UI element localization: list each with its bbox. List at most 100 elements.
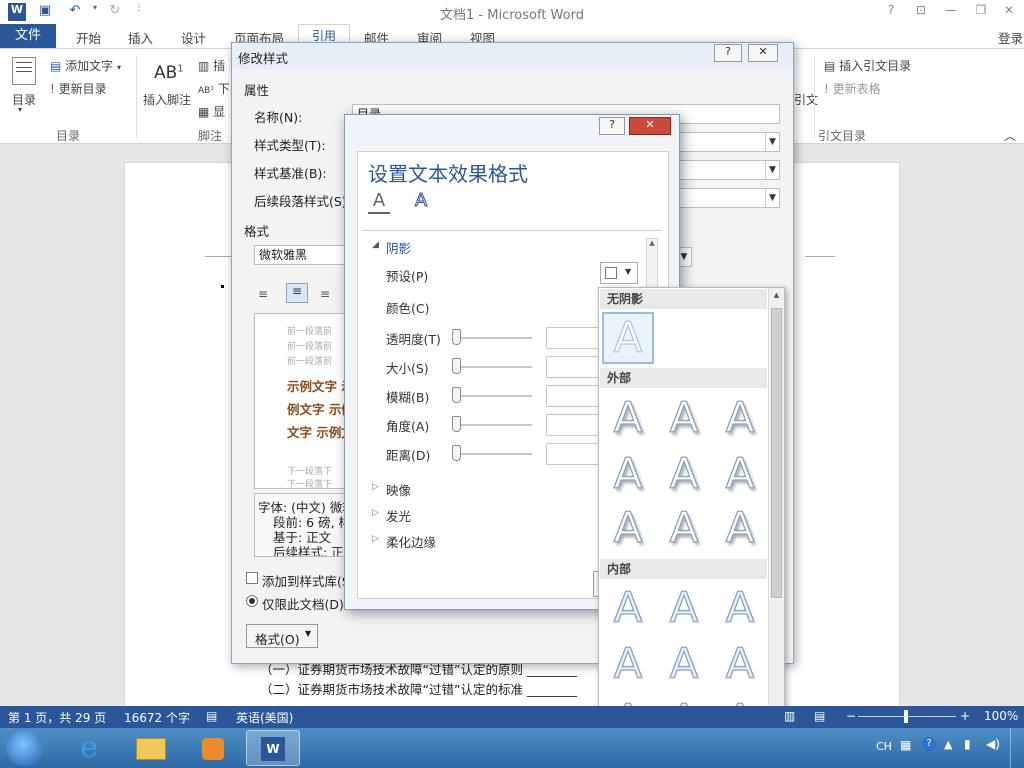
transparency-slider-thumb[interactable] — [452, 329, 461, 345]
format-button[interactable]: 格式(O) ▼ — [246, 624, 318, 648]
tab-insert[interactable]: 插入 — [128, 28, 153, 47]
maximize-button[interactable]: ❐ — [970, 3, 992, 21]
align-center-icon[interactable]: ≡ — [286, 283, 308, 303]
only-this-doc-radio[interactable] — [246, 595, 258, 607]
blur-slider-thumb[interactable] — [452, 387, 461, 403]
angle-slider[interactable] — [456, 424, 532, 426]
size-slider-thumb[interactable] — [452, 358, 461, 374]
input-method[interactable]: CH — [876, 740, 892, 753]
insert-endnote-button[interactable]: ▥ 插 — [198, 57, 225, 74]
show-notes-button[interactable]: ▦ 显 — [198, 103, 225, 120]
word-taskbar-icon[interactable]: W — [246, 730, 300, 766]
shadow-preset-outer[interactable]: A — [716, 393, 764, 442]
footnote-icon[interactable]: AB1 — [154, 63, 184, 83]
text-fill-icon[interactable]: A — [368, 190, 390, 214]
zoom-out-icon[interactable]: − — [846, 709, 856, 723]
toc-button-label[interactable]: 目录 — [12, 91, 36, 108]
help-icon[interactable]: ? — [922, 737, 936, 751]
insert-footnote-button[interactable]: 插入脚注 — [143, 91, 191, 108]
read-mode-icon[interactable]: ▥ — [784, 709, 795, 723]
page-count[interactable]: 第 1 页，共 29 页 — [8, 709, 106, 726]
shadow-preset-inner[interactable]: A — [604, 583, 652, 632]
close-icon[interactable]: ✕ — [629, 117, 671, 135]
zoom-level[interactable]: 100% — [984, 709, 1018, 723]
soft-edges-section[interactable]: 柔化边缘 — [386, 532, 436, 551]
size-slider[interactable] — [456, 366, 532, 368]
scroll-up-icon[interactable]: ▲ — [647, 239, 657, 247]
minimize-button[interactable]: — — [940, 3, 962, 21]
zoom-in-icon[interactable]: + — [960, 709, 970, 723]
language[interactable]: 英语(美国) — [236, 709, 293, 726]
insert-toa-button[interactable]: ▤ 插入引文目录 — [824, 57, 911, 74]
add-to-gallery-checkbox[interactable] — [246, 572, 258, 584]
show-desktop-button[interactable] — [1010, 728, 1024, 768]
file-explorer-icon[interactable] — [124, 730, 178, 766]
transparency-slider[interactable] — [456, 337, 532, 339]
tab-design[interactable]: 设计 — [181, 28, 206, 47]
help-button[interactable]: ? — [880, 3, 902, 21]
tab-file[interactable]: 文件 — [0, 24, 56, 48]
toc-dropdown-icon[interactable]: ▾ — [18, 105, 22, 114]
shadow-preset-inner[interactable]: A — [716, 583, 764, 632]
network-icon[interactable]: ▮ — [964, 737, 971, 751]
only-this-doc-label[interactable]: 仅限此文档(D) — [262, 594, 344, 613]
shadow-section[interactable]: 阴影 — [386, 238, 411, 257]
shadow-preset-none[interactable]: A — [602, 312, 654, 364]
text-effects-icon[interactable]: A — [410, 190, 432, 214]
transparency-input[interactable] — [546, 327, 606, 349]
shadow-preset-inner[interactable]: A — [604, 639, 652, 688]
distance-slider[interactable] — [456, 453, 532, 455]
shadow-preset-outer[interactable]: A — [660, 449, 708, 498]
blur-input[interactable] — [546, 385, 606, 407]
shadow-preset-inner[interactable]: A — [716, 639, 764, 688]
word-count[interactable]: 16672 个字 — [124, 709, 190, 726]
scrollbar-thumb[interactable] — [771, 308, 782, 598]
close-icon[interactable]: ✕ — [748, 44, 778, 62]
close-button[interactable]: ✕ — [998, 3, 1020, 21]
shadow-preset-outer[interactable]: A — [604, 503, 652, 552]
login-link[interactable]: 登录 — [998, 28, 1023, 47]
toc-icon[interactable] — [12, 57, 36, 85]
ribbon-options-icon[interactable]: ⊡ — [910, 3, 932, 21]
proofing-icon[interactable]: ▤ — [206, 709, 217, 723]
tray-chevron-icon[interactable]: ▲ — [944, 738, 952, 751]
shadow-preset-inner[interactable]: A — [660, 583, 708, 632]
next-footnote-button[interactable]: AB¹ 下 — [198, 80, 230, 97]
web-layout-icon[interactable]: ▤ — [814, 709, 825, 723]
font-select[interactable]: 微软雅黑 — [254, 245, 354, 265]
help-button[interactable]: ? — [714, 44, 742, 62]
doc-line[interactable]: （二）证券期货市场技术故障“过错”认定的标准 ________ — [260, 679, 577, 698]
reflection-section[interactable]: 映像 — [386, 480, 411, 499]
shadow-preset-outer[interactable]: A — [716, 503, 764, 552]
shadow-preset-outer[interactable]: A — [604, 449, 652, 498]
shadow-preset-outer[interactable]: A — [660, 393, 708, 442]
distance-input[interactable] — [546, 443, 606, 465]
glow-section[interactable]: 发光 — [386, 506, 411, 525]
format-dropdown[interactable]: ▼ — [678, 247, 692, 267]
align-left-icon[interactable]: ≡ — [258, 287, 268, 301]
align-right-icon[interactable]: ≡ — [320, 287, 330, 301]
update-table-button[interactable]: ! 更新表格 — [824, 80, 881, 97]
preset-dropdown[interactable]: ▼ — [600, 262, 638, 284]
volume-icon[interactable]: ◀) — [986, 737, 1000, 751]
start-button-icon[interactable] — [6, 730, 44, 766]
shadow-preset-inner[interactable]: A — [660, 639, 708, 688]
media-player-icon[interactable] — [186, 730, 240, 766]
update-toc-button[interactable]: ! 更新目录 — [50, 80, 107, 97]
collapse-ribbon-icon[interactable]: ︿ — [1004, 127, 1016, 144]
add-text-button[interactable]: ▤ 添加文字 ▾ — [50, 57, 121, 74]
angle-input[interactable] — [546, 414, 606, 436]
zoom-slider-thumb[interactable] — [904, 710, 908, 723]
help-button[interactable]: ? — [599, 117, 625, 135]
gallery-scrollbar[interactable]: ▲ ▼ — [768, 288, 784, 722]
tab-home[interactable]: 开始 — [76, 28, 101, 47]
add-to-gallery-label[interactable]: 添加到样式库(S) — [262, 571, 355, 590]
shadow-preset-outer[interactable]: A — [716, 449, 764, 498]
angle-slider-thumb[interactable] — [452, 416, 461, 432]
size-input[interactable] — [546, 356, 606, 378]
keyboard-icon[interactable]: ▦ — [900, 738, 911, 752]
distance-slider-thumb[interactable] — [452, 445, 461, 461]
scroll-up-icon[interactable]: ▲ — [769, 291, 784, 299]
shadow-preset-outer[interactable]: A — [604, 393, 652, 442]
blur-slider[interactable] — [456, 395, 532, 397]
